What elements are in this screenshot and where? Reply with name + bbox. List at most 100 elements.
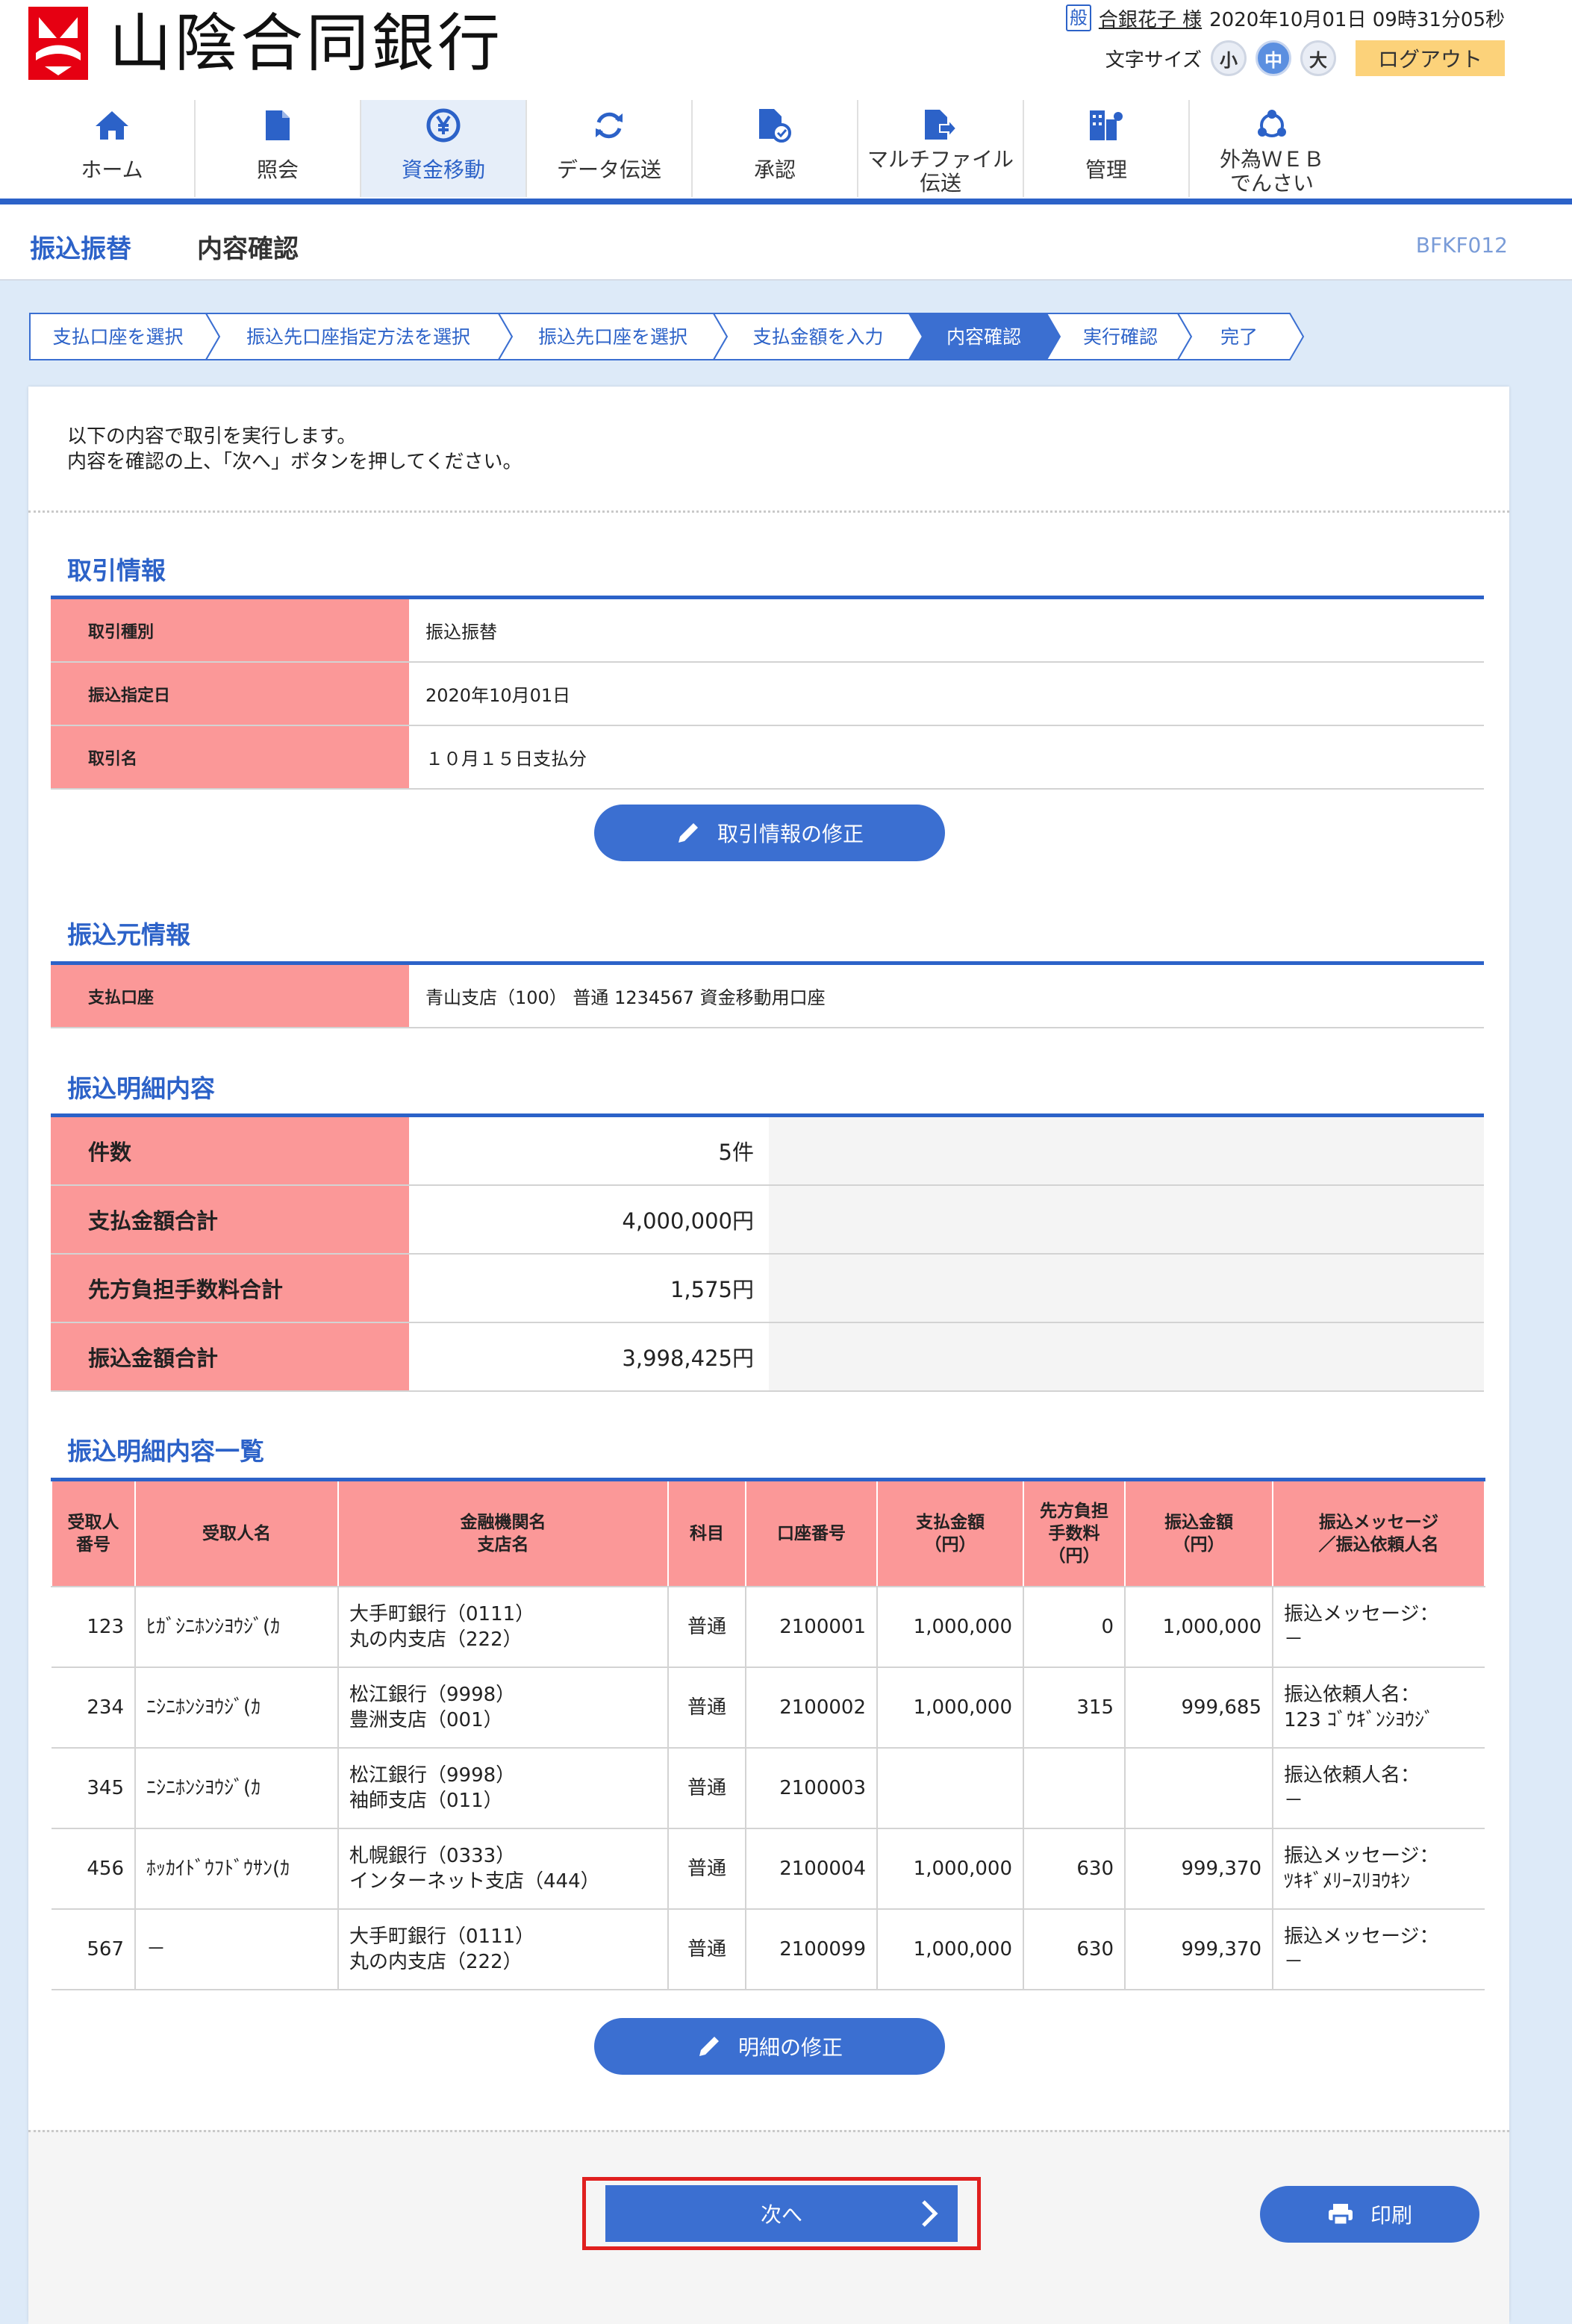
- cell-name: －: [135, 1909, 339, 1990]
- summary-title: 振込明細内容: [67, 1074, 215, 1103]
- cell-fee: 630: [1023, 1828, 1126, 1910]
- step-2-label: 振込先口座指定方法を選択: [246, 326, 470, 348]
- header-divider: [0, 199, 1572, 204]
- intro-line-1: 以下の内容で取引を実行します。: [67, 425, 357, 448]
- nav-approval[interactable]: 承認: [693, 100, 858, 197]
- nav-fund-transfer[interactable]: 資金移動: [361, 100, 527, 197]
- row-label: 振込金額合計: [51, 1323, 409, 1390]
- edit-detail-button[interactable]: 明細の修正: [594, 2018, 945, 2075]
- table-row: 456 ﾎｯｶｲﾄﾞｳﾌﾄﾞｳｻﾝ(ｶ 札幌銀行（0333） インターネット支店（…: [52, 1828, 1485, 1910]
- step-4: 支払金額を入力: [712, 313, 924, 360]
- cell-type: 普通: [668, 1667, 746, 1749]
- header-line: 支払金額: [916, 1513, 985, 1532]
- summary-table: 件数 5件 支払金額合計 4,000,000円 先方負担手数料合計 1,575円…: [51, 1113, 1484, 1392]
- content-panel: 以下の内容で取引を実行します。 内容を確認の上、「次へ」ボタンを押してください。…: [28, 387, 1509, 2324]
- row-label: 支払金額合計: [51, 1186, 409, 1253]
- source-info-title: 振込元情報: [67, 920, 190, 949]
- row-value: 1,575円: [409, 1255, 769, 1322]
- edit-transaction-button[interactable]: 取引情報の修正: [594, 805, 945, 861]
- row-value: 青山支店（100） 普通 1234567 資金移動用口座: [425, 987, 826, 1008]
- step-6-label: 実行確認: [1083, 326, 1158, 348]
- bank-name: 松江銀行（9998）: [349, 1684, 516, 1706]
- print-button[interactable]: 印刷: [1260, 2186, 1479, 2243]
- font-size-small-button[interactable]: 小: [1211, 40, 1247, 76]
- bank-name: 松江銀行（9998）: [349, 1764, 516, 1787]
- admin-icon: [1088, 106, 1124, 145]
- source-info-table: 支払口座 青山支店（100） 普通 1234567 資金移動用口座: [51, 961, 1484, 1028]
- message-label: 振込依頼人名：: [1284, 1684, 1420, 1706]
- empty-cell: [769, 1255, 1484, 1322]
- header-line: （円）: [924, 1535, 976, 1555]
- nav-home-label: ホーム: [81, 157, 143, 182]
- row-value: 3,998,425円: [409, 1323, 769, 1390]
- cell-account: 2100001: [746, 1587, 878, 1668]
- transaction-type-row: 取引種別 振込振替: [51, 599, 1484, 663]
- row-label: 取引種別: [51, 599, 409, 661]
- row-label: 取引名: [51, 726, 409, 788]
- cell-fee: [1023, 1748, 1126, 1829]
- step-6: 実行確認: [1045, 313, 1193, 360]
- message-label: 振込メッセージ：: [1284, 1925, 1439, 1948]
- step-4-label: 支払金額を入力: [752, 326, 883, 348]
- branch-name: 袖師支店（011）: [349, 1790, 503, 1812]
- step-7: 完了: [1176, 313, 1305, 360]
- cell-pay: 1,000,000: [877, 1909, 1024, 1990]
- nav-home[interactable]: ホーム: [30, 100, 196, 197]
- table-row: 345 ﾆｼﾆﾎﾝｼﾖｳｼﾞ(ｶ 松江銀行（9998） 袖師支店（011） 普通 …: [52, 1748, 1485, 1829]
- document-icon: [264, 106, 291, 145]
- font-size-medium-button[interactable]: 中: [1256, 40, 1291, 76]
- message-label: 振込依頼人名：: [1284, 1764, 1420, 1787]
- header-line: 口座番号: [777, 1524, 846, 1543]
- logout-button[interactable]: ログアウト: [1356, 40, 1505, 76]
- step-2: 振込先口座指定方法を選択: [205, 313, 514, 360]
- page-subtitle: 内容確認: [197, 234, 299, 264]
- row-label: 支払口座: [51, 965, 409, 1027]
- step-5-current: 内容確認: [908, 313, 1061, 360]
- bank-logo[interactable]: 山陰合同銀行: [28, 6, 503, 81]
- cell-message: 振込メッセージ： －: [1273, 1587, 1485, 1668]
- cell-fee: 315: [1023, 1667, 1126, 1749]
- transaction-info-table: 取引種別 振込振替 振込指定日 2020年10月01日 取引名 １０月１５日支払…: [51, 596, 1484, 790]
- edit-detail-label: 明細の修正: [737, 2035, 843, 2060]
- page-title: 振込振替: [30, 234, 131, 264]
- row-value: 2020年10月01日: [425, 685, 571, 706]
- message-label: 振込メッセージ：: [1284, 1603, 1439, 1625]
- nav-inquiry[interactable]: 照会: [196, 100, 361, 197]
- cell-no: 123: [52, 1587, 136, 1668]
- cell-fee: 630: [1023, 1909, 1126, 1990]
- col-header-payment: 支払金額 （円）: [876, 1478, 1024, 1587]
- row-label: 振込指定日: [51, 663, 409, 725]
- cell-amount: 1,000,000: [1125, 1587, 1273, 1668]
- user-type-badge: 般: [1065, 4, 1091, 31]
- next-button-highlight: 次へ: [582, 2177, 981, 2250]
- next-button[interactable]: 次へ: [605, 2185, 958, 2242]
- nav-multi-file-label-line2: 伝送: [919, 171, 961, 196]
- font-size-large-button[interactable]: 大: [1300, 40, 1336, 76]
- nav-fx-densai[interactable]: 外為ＷＥＢ でんさい: [1190, 100, 1354, 197]
- cell-amount: [1125, 1748, 1273, 1829]
- nav-multi-file-label-line1: マルチファイル: [867, 147, 1014, 172]
- network-icon: [1255, 106, 1289, 145]
- header-line: 先方負担: [1040, 1502, 1108, 1521]
- summary-fee-row: 先方負担手数料合計 1,575円: [51, 1255, 1484, 1323]
- nav-admin[interactable]: 管理: [1024, 100, 1190, 197]
- cell-account: 2100003: [746, 1748, 878, 1829]
- row-value: 5件: [409, 1117, 769, 1184]
- nav-data-transfer-label: データ伝送: [556, 157, 661, 182]
- nav-multi-file-label: マルチファイル 伝送: [867, 148, 1014, 196]
- bank-name: 大手町銀行（0111）: [349, 1925, 535, 1948]
- branch-name: 豊洲支店（001）: [349, 1709, 503, 1731]
- cell-message: 振込依頼人名： －: [1273, 1748, 1485, 1829]
- row-value: １０月１５日支払分: [425, 749, 587, 769]
- nav-data-transfer[interactable]: データ伝送: [527, 100, 693, 197]
- nav-multi-file[interactable]: マルチファイル 伝送: [858, 100, 1024, 197]
- cell-pay: 1,000,000: [877, 1828, 1024, 1910]
- cell-account: 2100002: [746, 1667, 878, 1749]
- user-name-link[interactable]: 合銀花子 様: [1099, 4, 1202, 32]
- detail-table: 受取人 番号 受取人名 金融機関名 支店名 科目 口座番号 支払金額 （円） 先方負担…: [51, 1478, 1485, 1990]
- header-line: 科目: [690, 1524, 724, 1543]
- message-value: －: [1284, 1790, 1304, 1812]
- cell-pay: [877, 1748, 1024, 1829]
- col-header-message: 振込メッセージ ／振込依頼人名: [1272, 1478, 1485, 1587]
- bank-name: 大手町銀行（0111）: [349, 1603, 535, 1625]
